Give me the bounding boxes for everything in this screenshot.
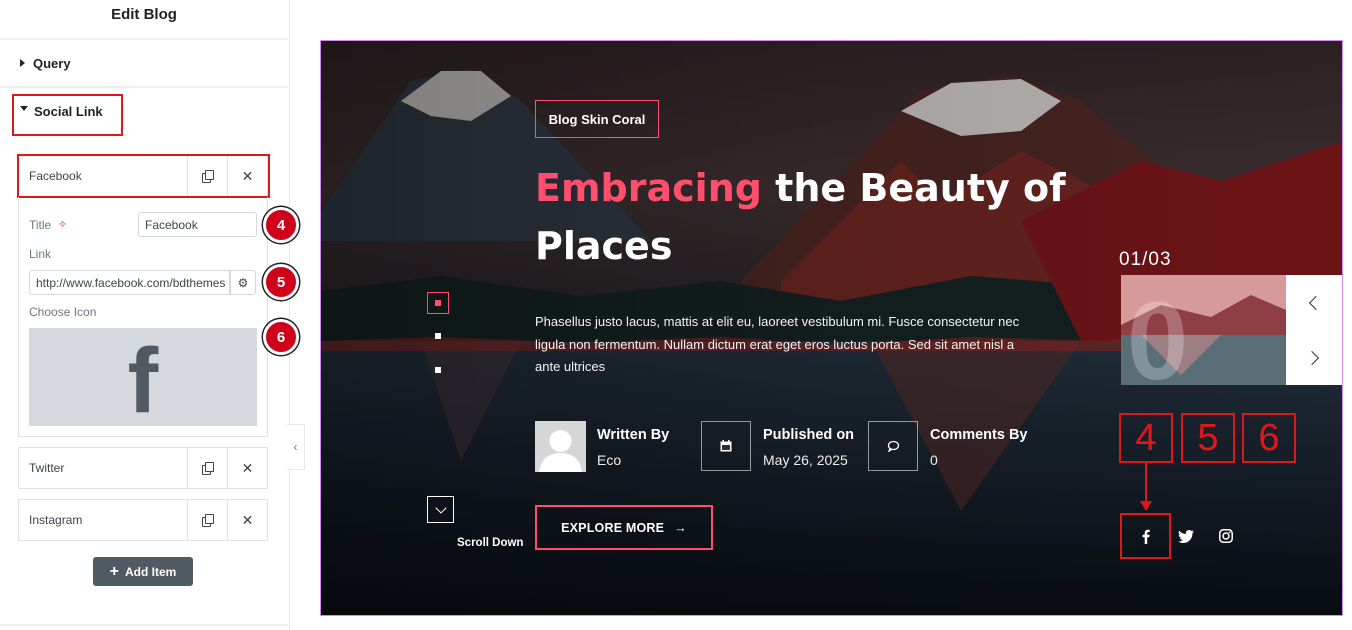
annotation-arrow [1145,463,1147,503]
slide-counter: 01/03 [1119,249,1172,271]
explore-more-button[interactable]: EXPLORE MORE → [535,505,713,550]
annotation-badge-5: 5 [263,264,299,300]
chevron-left-icon: ‹ [293,440,298,454]
comment-icon-box [868,421,918,471]
prev-slide-button[interactable] [1286,275,1342,330]
add-item-button[interactable]: + Add Item [93,557,193,586]
calendar-icon-box [701,421,751,471]
explore-more-label: EXPLORE MORE [561,520,665,535]
section-query[interactable]: Query [0,40,288,88]
gear-icon: ⚙ [237,275,249,290]
blog-preview: Blog Skin Coral Embracing the Beauty of … [320,40,1343,616]
facebook-icon [1142,529,1150,544]
slider-arrows [1286,275,1342,385]
close-icon: ✕ [241,511,254,528]
icon-picker[interactable]: f [29,328,257,432]
chevron-right-icon [1304,350,1320,365]
add-item-label: Add Item [125,564,177,579]
chevron-down-icon [434,501,447,514]
duplicate-button[interactable] [187,448,227,488]
app-root: Edit Blog Query Social Link Facebook ✕ T… [0,0,1352,630]
scroll-down-label[interactable]: Scroll Down [457,537,523,549]
category-badge[interactable]: Blog Skin Coral [535,100,659,138]
remove-button[interactable]: ✕ [227,500,267,540]
published-date: May 26, 2025 [763,452,848,468]
repeater-item-label: Instagram [29,513,83,527]
editor-panel: Edit Blog Query Social Link Facebook ✕ T… [0,0,299,630]
annotation-box-4: 4 [1119,413,1173,463]
choose-icon-label: Choose Icon [29,305,97,319]
author-title: Written By [597,427,670,443]
comments-title: Comments By [930,427,1028,443]
slider-dot[interactable] [435,333,441,339]
slide-counter-total: 03 [1148,249,1172,270]
comments-count[interactable]: 0 [930,452,938,468]
link-input[interactable]: http://www.facebook.com/bdthemes [29,270,230,295]
slider-dot-active[interactable] [427,292,449,314]
ai-sparkle-icon[interactable]: ✧ [58,218,67,231]
facebook-item-highlight [17,154,270,198]
twitter-icon [1178,529,1194,543]
section-query-label: Query [33,56,71,71]
author-name[interactable]: Eco [597,452,621,468]
annotation-box-5: 5 [1181,413,1235,463]
panel-title: Edit Blog [0,0,288,40]
slider-dot[interactable] [435,367,441,373]
calendar-icon [720,440,732,452]
collapse-panel-button[interactable]: ‹ [287,424,305,470]
repeater-item-twitter[interactable]: Twitter ✕ [18,447,268,489]
thumbnail-image: 0 [1121,275,1286,385]
facebook-link[interactable] [1132,523,1160,549]
post-excerpt: Phasellus justo lacus, mattis at elit eu… [535,314,1020,374]
duplicate-icon [202,514,214,527]
link-label: Link [29,247,52,261]
avatar-placeholder-icon [535,421,586,472]
close-icon: ✕ [241,459,254,476]
title-input[interactable]: Facebook [138,212,257,237]
social-link-highlight [12,94,123,136]
annotation-box-6: 6 [1242,413,1296,463]
annotation-badge-4: 4 [263,207,299,243]
caret-right-icon [20,59,25,67]
remove-button[interactable]: ✕ [227,448,267,488]
published-title: Published on [763,427,855,443]
instagram-icon [1219,529,1233,543]
next-slide-thumbnail[interactable]: 0 [1121,275,1286,385]
scroll-down-button[interactable] [427,496,454,523]
link-options-button[interactable]: ⚙ [230,270,256,295]
duplicate-icon [202,462,214,475]
divider [0,624,288,626]
post-title-accent: Embracing [535,166,762,210]
repeater-item-instagram[interactable]: Instagram ✕ [18,499,268,541]
comment-icon [887,440,899,452]
instagram-link[interactable] [1212,523,1240,549]
annotation-badge-6: 6 [263,319,299,355]
author-avatar [535,421,586,472]
slide-counter-current: 01 [1119,249,1143,270]
arrow-right-icon: → [674,520,687,535]
repeater-item-label: Twitter [29,461,65,475]
title-label: Title [29,218,52,232]
next-slide-button[interactable] [1286,330,1342,385]
twitter-link[interactable] [1172,523,1200,549]
chevron-left-icon [1308,295,1324,310]
duplicate-button[interactable] [187,500,227,540]
svg-text:0: 0 [1127,280,1188,385]
facebook-icon: f [127,330,159,432]
plus-icon: + [109,562,119,580]
post-title[interactable]: Embracing the Beauty of Places [535,159,1075,275]
annotation-arrow-head [1140,501,1152,511]
